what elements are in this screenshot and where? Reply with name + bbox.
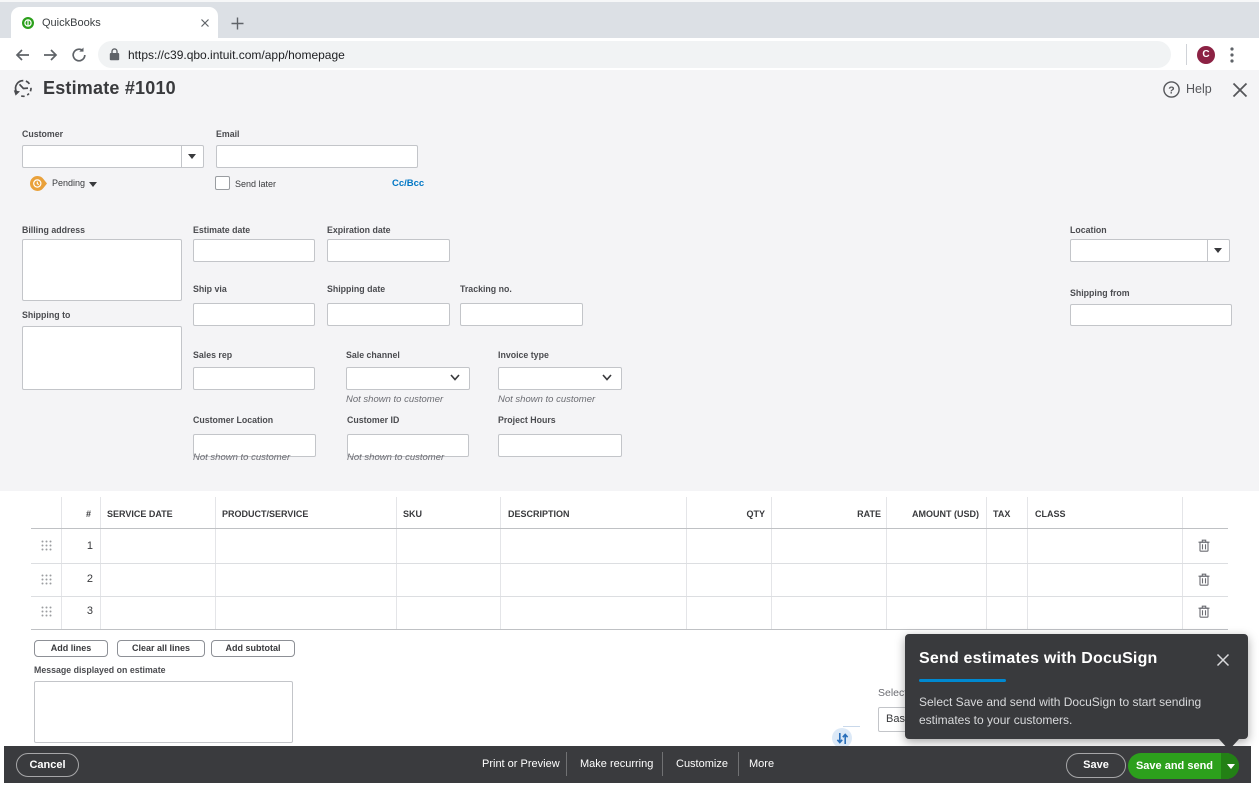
svg-text:?: ? [1168, 84, 1174, 96]
